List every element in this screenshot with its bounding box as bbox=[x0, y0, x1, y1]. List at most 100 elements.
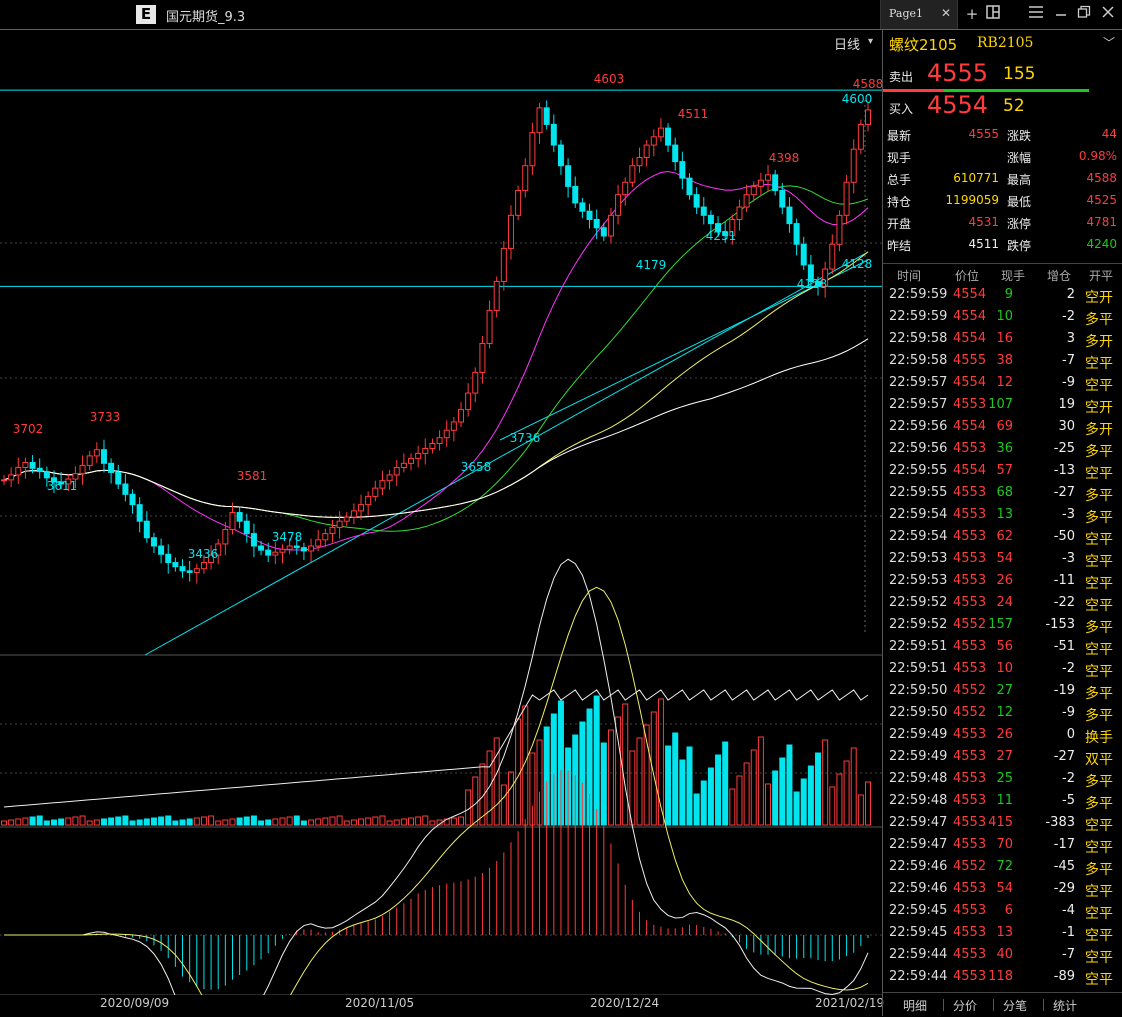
tick-row[interactable]: 22:59:53 4553 26 -11 空平 bbox=[883, 571, 1122, 593]
tick-row[interactable]: 22:59:46 4553 54 -29 空平 bbox=[883, 879, 1122, 901]
candle-body bbox=[650, 136, 657, 146]
volume-bar bbox=[208, 815, 215, 826]
bottom-tab-bar: 明细 分价 分笔 统计 bbox=[883, 992, 1122, 1017]
tick-oi-change: -2 bbox=[1062, 309, 1075, 324]
tick-row[interactable]: 22:59:59 4554 10 -2 多平 bbox=[883, 307, 1122, 329]
stat-value: 44 bbox=[1101, 127, 1117, 141]
tick-row[interactable]: 22:59:49 4553 26 0 换手 bbox=[883, 725, 1122, 747]
chevron-down-icon[interactable]: ﹀ bbox=[1103, 34, 1115, 51]
tick-time: 22:59:46 bbox=[889, 859, 948, 874]
candle-body bbox=[507, 214, 514, 249]
candle-body bbox=[293, 545, 300, 549]
tick-row[interactable]: 22:59:51 4553 56 -51 空平 bbox=[883, 637, 1122, 659]
tick-row[interactable]: 22:59:52 4553 24 -22 空平 bbox=[883, 593, 1122, 615]
ticks-header: 时间 价位 现手 增仓 开平 bbox=[883, 263, 1122, 284]
tick-row[interactable]: 22:59:49 4553 27 -27 双平 bbox=[883, 747, 1122, 769]
tick-oi-change: -5 bbox=[1062, 793, 1075, 808]
date-axis-label: 2020/09/09 bbox=[100, 996, 170, 1010]
macd-dif-line bbox=[4, 558, 869, 995]
volume-bar bbox=[143, 818, 150, 826]
volume-bar bbox=[857, 794, 864, 826]
volume-bar bbox=[358, 818, 365, 826]
minimize-icon[interactable] bbox=[1051, 4, 1071, 24]
low-price-label: 4128 bbox=[842, 257, 873, 271]
period-caret-icon[interactable]: ▾ bbox=[868, 36, 873, 47]
tick-row[interactable]: 22:59:59 4554 9 2 空开 bbox=[883, 285, 1122, 307]
stat-key: 最低 bbox=[1007, 195, 1032, 209]
tick-row[interactable]: 22:59:58 4555 38 -7 空平 bbox=[883, 351, 1122, 373]
tick-row[interactable]: 22:59:50 4552 12 -9 多平 bbox=[883, 703, 1122, 725]
candle-body bbox=[265, 549, 272, 556]
tick-price: 4553 bbox=[953, 837, 987, 852]
candle-body bbox=[322, 533, 329, 541]
candle-body bbox=[250, 533, 257, 547]
tick-row[interactable]: 22:59:45 4553 13 -1 空平 bbox=[883, 923, 1122, 945]
tick-row[interactable]: 22:59:48 4553 25 -2 多平 bbox=[883, 769, 1122, 791]
volume-bar bbox=[229, 818, 236, 826]
volume-bar bbox=[293, 815, 300, 826]
tick-row[interactable]: 22:59:52 4552 157 -153 多平 bbox=[883, 615, 1122, 637]
high-price-label: 4398 bbox=[769, 151, 800, 165]
tick-row[interactable]: 22:59:50 4552 27 -19 多平 bbox=[883, 681, 1122, 703]
macd-dea-line bbox=[4, 586, 869, 995]
tick-volume: 36 bbox=[996, 441, 1013, 456]
candle-body bbox=[479, 342, 486, 373]
restore-icon[interactable] bbox=[1074, 4, 1094, 24]
volume-bar bbox=[122, 815, 129, 826]
symbol-header[interactable]: 螺纹2105 RB2105 ﹀ bbox=[883, 30, 1122, 56]
tick-type: 空平 bbox=[1085, 818, 1113, 834]
candle-body bbox=[443, 429, 450, 439]
tab-detail[interactable]: 明细 bbox=[903, 997, 927, 1014]
tick-row[interactable]: 22:59:54 4553 62 -50 空平 bbox=[883, 527, 1122, 549]
tab-stats[interactable]: 统计 bbox=[1053, 997, 1077, 1014]
ma70-line bbox=[3, 251, 869, 518]
tick-volume: 68 bbox=[996, 485, 1013, 500]
chart-canvas[interactable]: 3702 3733 3581 4603 4511 4398 45884600 3611 3436… bbox=[0, 30, 882, 995]
tick-row[interactable]: 22:59:55 4553 68 -27 多平 bbox=[883, 483, 1122, 505]
stat-key: 现手 bbox=[887, 151, 912, 165]
tick-row[interactable]: 22:59:45 4553 6 -4 空平 bbox=[883, 901, 1122, 923]
tick-row[interactable]: 22:59:48 4553 11 -5 多平 bbox=[883, 791, 1122, 813]
tick-row[interactable]: 22:59:57 4554 12 -9 空平 bbox=[883, 373, 1122, 395]
tick-row[interactable]: 22:59:46 4552 72 -45 多平 bbox=[883, 857, 1122, 879]
plus-icon[interactable]: + bbox=[962, 4, 982, 24]
tab-price-dist[interactable]: 分价 bbox=[953, 997, 977, 1014]
tick-time: 22:59:49 bbox=[889, 727, 948, 742]
candle-body bbox=[772, 174, 779, 192]
period-selector[interactable]: 日线 bbox=[834, 34, 860, 53]
tick-volume: 54 bbox=[996, 551, 1013, 566]
kline-chart[interactable]: 3702 3733 3581 4603 4511 4398 4588 4600 3611 3436… bbox=[0, 30, 882, 995]
tick-row[interactable]: 22:59:47 4553 415 -383 空平 bbox=[883, 813, 1122, 835]
tick-row[interactable]: 22:59:44 4553 40 -7 空平 bbox=[883, 945, 1122, 967]
tick-row[interactable]: 22:59:44 4553 118 -89 空平 bbox=[883, 967, 1122, 989]
candle-body bbox=[179, 566, 186, 572]
ma40-line bbox=[3, 185, 869, 532]
tick-row[interactable]: 22:59:53 4553 54 -3 空平 bbox=[883, 549, 1122, 571]
candle-body bbox=[736, 206, 743, 220]
tick-row[interactable]: 22:59:47 4553 70 -17 空平 bbox=[883, 835, 1122, 857]
col-header-oi: 增仓 bbox=[1047, 269, 1072, 283]
tick-oi-change: -383 bbox=[1045, 815, 1075, 830]
tick-row[interactable]: 22:59:58 4554 16 3 多开 bbox=[883, 329, 1122, 351]
tick-row[interactable]: 22:59:51 4553 10 -2 空平 bbox=[883, 659, 1122, 681]
volume-bar bbox=[1, 820, 7, 826]
close-icon[interactable] bbox=[1098, 4, 1118, 24]
tick-row[interactable]: 22:59:57 4553 107 19 空开 bbox=[883, 395, 1122, 417]
tab-page1[interactable]: Page1 ✕ bbox=[880, 0, 958, 29]
tick-price: 4553 bbox=[953, 815, 987, 830]
candle-body bbox=[836, 214, 843, 245]
tab-tick[interactable]: 分笔 bbox=[1003, 997, 1027, 1014]
tick-row[interactable]: 22:59:56 4553 36 -25 多平 bbox=[883, 439, 1122, 461]
tick-row[interactable]: 22:59:56 4554 69 30 多开 bbox=[883, 417, 1122, 439]
ask-price: 4555 bbox=[927, 59, 989, 87]
menu-icon[interactable] bbox=[1026, 4, 1046, 24]
layout-icon[interactable] bbox=[983, 4, 1003, 24]
tick-row[interactable]: 22:59:55 4554 57 -13 空平 bbox=[883, 461, 1122, 483]
tick-price: 4554 bbox=[953, 375, 987, 390]
volume-bar bbox=[622, 703, 629, 826]
stat-value: 4588 bbox=[1086, 171, 1117, 185]
tick-oi-change: 3 bbox=[1066, 331, 1075, 346]
stat-row: 开盘 4531 涨停 4781 bbox=[883, 212, 1122, 234]
tab-close-icon[interactable]: ✕ bbox=[941, 6, 951, 20]
tick-row[interactable]: 22:59:54 4553 13 -3 多平 bbox=[883, 505, 1122, 527]
